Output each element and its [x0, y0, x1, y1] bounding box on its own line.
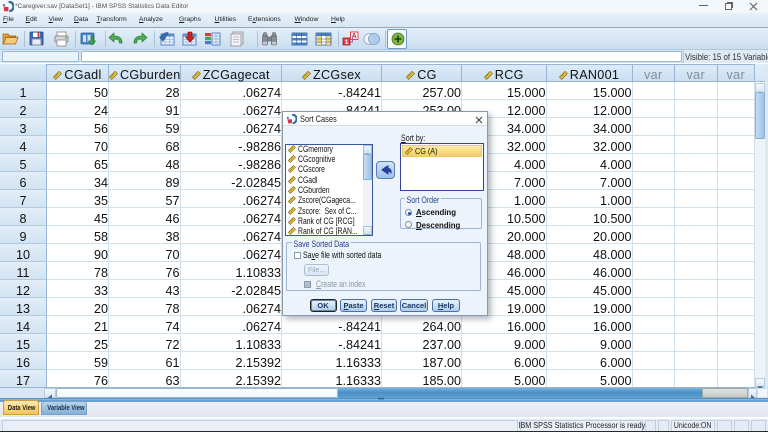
svg-text:1: 1	[345, 39, 349, 46]
